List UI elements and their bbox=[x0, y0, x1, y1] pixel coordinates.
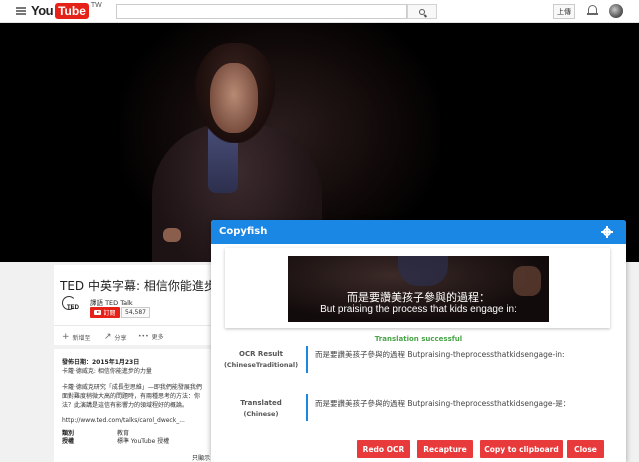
translated-bar bbox=[306, 394, 308, 421]
close-button[interactable]: Close bbox=[567, 440, 604, 458]
description-line: 法？此演講是這信有影響力的領域程好的概論。 bbox=[62, 402, 189, 409]
translated-text[interactable]: 而是要讚美孩子參與的過程 Butpraising-theprocessthatk… bbox=[315, 398, 570, 409]
channel-name[interactable]: 譯語 TED Talk bbox=[90, 297, 133, 307]
logo-tube-text: Tube bbox=[55, 3, 89, 19]
video-actions: + 新增至 ↗ 分享 ••• 更多 bbox=[54, 325, 214, 345]
search-input[interactable] bbox=[116, 4, 407, 19]
ocr-result-bar bbox=[306, 346, 308, 373]
subscribe-label: 訂閱 bbox=[103, 310, 116, 317]
recapture-button[interactable]: Recapture bbox=[417, 440, 473, 458]
ocr-result-label: OCR Result (ChineseTraditional) bbox=[223, 350, 299, 369]
more-icon: ••• bbox=[138, 333, 149, 340]
top-bar: You Tube TW 上傳 bbox=[0, 0, 639, 23]
redo-ocr-button[interactable]: Redo OCR bbox=[357, 440, 410, 458]
publish-date: 發佈日期：2015年1月23日 bbox=[62, 359, 140, 366]
description-link[interactable]: http://www.ted.com/talks/carol_dweck_... bbox=[62, 417, 185, 424]
capture-preview: 而是要讚美孩子參與的過程： But praising the process t… bbox=[225, 248, 610, 328]
youtube-play-icon bbox=[94, 310, 102, 315]
copy-to-clipboard-button[interactable]: Copy to clipboard bbox=[480, 440, 563, 458]
youtube-logo[interactable]: You Tube TW bbox=[31, 2, 102, 19]
upload-button[interactable]: 上傳 bbox=[553, 4, 575, 19]
captured-subtitle-en: But praising the process that kids engag… bbox=[320, 304, 517, 315]
add-to-button[interactable]: + 新增至 bbox=[62, 332, 91, 342]
more-button[interactable]: ••• 更多 bbox=[138, 332, 164, 341]
translated-label: Translated (Chinese) bbox=[240, 399, 282, 418]
captured-frame: 而是要讚美孩子參與的過程： But praising the process t… bbox=[288, 256, 549, 322]
copyfish-dialog: Copyfish 而是要讚美孩子參與的過程： But praising the … bbox=[211, 220, 626, 462]
subscribe-button[interactable]: 訂閱 bbox=[90, 307, 120, 318]
logo-region: TW bbox=[90, 2, 102, 9]
copyfish-header: Copyfish bbox=[211, 220, 626, 244]
ted-channel-logo[interactable]: TED bbox=[60, 296, 82, 314]
license-label: 授權 bbox=[62, 438, 75, 445]
speaker-face bbox=[210, 63, 258, 133]
share-button[interactable]: ↗ 分享 bbox=[104, 332, 127, 342]
copyfish-title: Copyfish bbox=[219, 226, 268, 237]
ocr-result-text[interactable]: 而是要讚美孩子參與的過程 Butpraising-theprocessthatk… bbox=[315, 349, 565, 360]
menu-icon[interactable] bbox=[16, 7, 26, 15]
description-line: 卡蘿·德威克: 相信你能進步的力量 bbox=[62, 368, 152, 375]
share-icon: ↗ bbox=[104, 332, 112, 342]
video-title: TED 中英字幕: 相信你能進步 bbox=[60, 279, 216, 293]
logo-you-text: You bbox=[31, 3, 54, 18]
status-message: Translation successful bbox=[374, 335, 463, 343]
gear-icon[interactable] bbox=[601, 226, 613, 238]
subscriber-count: 54,587 bbox=[121, 307, 150, 318]
search-button[interactable] bbox=[407, 4, 437, 19]
license-value: 標準 YouTube 授權 bbox=[117, 438, 170, 445]
captured-subtitle-zh: 而是要讚美孩子參與的過程： bbox=[347, 291, 490, 304]
description-line: 面對難度稍微大高的問題時，有兩種思考的方法：你 bbox=[62, 393, 201, 400]
description-line: 卡蘿·德威克研究「成長型思維」—即我們能發展我們 bbox=[62, 384, 202, 391]
show-more-link[interactable]: 只顯示 bbox=[192, 453, 210, 462]
bell-icon[interactable] bbox=[587, 5, 598, 16]
plus-icon: + bbox=[62, 332, 70, 342]
avatar[interactable] bbox=[609, 4, 623, 18]
search-icon bbox=[419, 8, 425, 15]
